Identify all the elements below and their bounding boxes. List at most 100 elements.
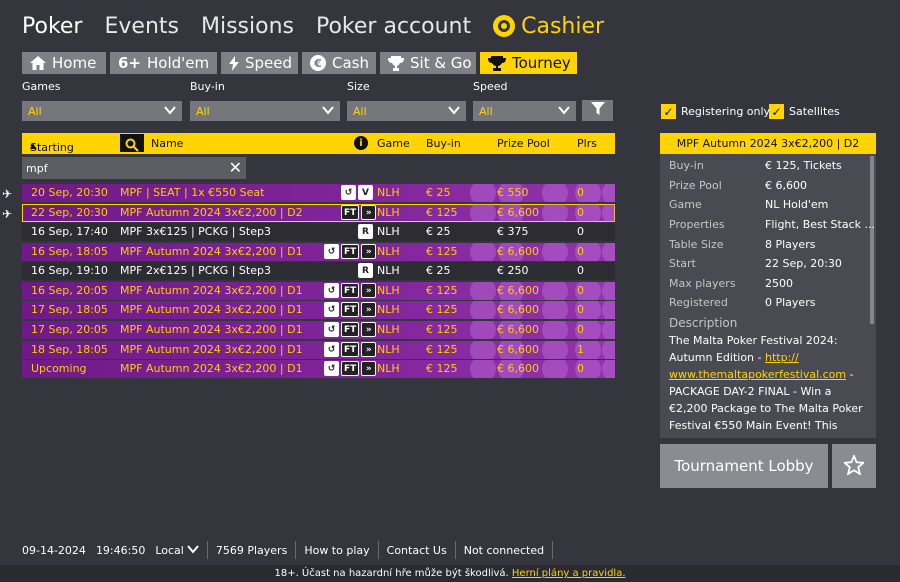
- row-badges: ↺ FT»: [322, 322, 377, 338]
- col-game[interactable]: Game: [377, 137, 410, 150]
- star-icon: [842, 453, 866, 478]
- detail-scrollbar[interactable]: [870, 156, 874, 324]
- badge-icon: »: [361, 244, 377, 259]
- badge-icon: ↺: [324, 361, 339, 376]
- info-icon[interactable]: i: [354, 136, 368, 150]
- nav-missions[interactable]: Missions: [201, 14, 294, 39]
- description-link-http[interactable]: http://: [765, 351, 799, 364]
- row-prize: € 6,600: [497, 303, 539, 316]
- row-buyin: € 125: [426, 284, 458, 297]
- legal-link[interactable]: Herní plány a pravidla.: [512, 568, 626, 579]
- col-plrs[interactable]: Plrs: [577, 137, 597, 150]
- row-prize: € 6,600: [497, 206, 539, 219]
- filter-funnel-button[interactable]: [582, 100, 613, 121]
- tab-cash[interactable]: € Cash: [302, 52, 376, 74]
- pin-icon[interactable]: ✈: [2, 187, 12, 201]
- row-plrs: 0: [577, 362, 584, 375]
- detail-value: Flight, Best Stack ...: [765, 218, 875, 231]
- row-plrs: 0: [577, 225, 584, 238]
- detail-value: 0 Players: [765, 296, 816, 309]
- clear-search-icon[interactable]: ✕: [229, 158, 242, 177]
- tab-speed[interactable]: Speed: [221, 52, 298, 74]
- table-row[interactable]: 22 Sep, 20:30 MPF Autumn 2024 3x€2,200 | …: [22, 204, 615, 222]
- table-row[interactable]: Upcoming MPF Autumn 2024 3x€2,200 | D1 NLH…: [22, 360, 615, 378]
- row-decoration: [602, 282, 615, 300]
- chevron-down-icon: [164, 104, 176, 119]
- col-prize-pool[interactable]: Prize Pool: [497, 137, 550, 150]
- search-toggle-button[interactable]: [120, 134, 144, 152]
- row-prize: € 6,600: [497, 245, 539, 258]
- footer-date: 09-14-2024: [22, 543, 86, 557]
- satellites-checkbox[interactable]: ✓ Satellites: [769, 104, 840, 119]
- badge-icon: »: [361, 322, 377, 337]
- col-buyin[interactable]: Buy-in: [426, 137, 461, 150]
- col-name[interactable]: Name: [151, 137, 183, 150]
- detail-key: Start: [669, 257, 696, 270]
- tab-home[interactable]: Home: [22, 52, 106, 74]
- tab-holdem-label: Hold'em: [147, 54, 210, 72]
- row-start: 16 Sep, 20:05: [31, 284, 108, 297]
- row-prize: € 6,600: [497, 284, 539, 297]
- nav-events[interactable]: Events: [104, 14, 179, 39]
- buyin-filter-label: Buy-in: [190, 80, 225, 93]
- table-row[interactable]: 20 Sep, 20:30 MPF | SEAT | 1x €550 Seat NL…: [22, 184, 615, 202]
- favorite-button[interactable]: [832, 444, 876, 488]
- badge-icon: ↺: [324, 283, 339, 298]
- registering-only-checkbox[interactable]: ✓ Registering only: [661, 104, 770, 119]
- table-row[interactable]: 16 Sep, 17:40 MPF 3x€125 | PCKG | Step3 NL…: [22, 223, 615, 241]
- trophy-icon: [388, 55, 404, 71]
- row-decoration: [542, 341, 568, 359]
- buyin-select-value: All: [196, 104, 210, 118]
- row-decoration: [542, 204, 568, 222]
- speed-select[interactable]: All: [473, 101, 576, 121]
- table-row[interactable]: 17 Sep, 20:05 MPF Autumn 2024 3x€2,200 | …: [22, 321, 615, 339]
- detail-key: Game: [669, 198, 702, 211]
- detail-key: Prize Pool: [669, 179, 722, 192]
- row-badges: ↺ FT»: [322, 342, 377, 358]
- checkmark-icon: ✓: [661, 104, 676, 119]
- detail-key: Buy-in: [669, 159, 704, 172]
- chevron-down-icon: [322, 104, 334, 119]
- table-row[interactable]: 16 Sep, 18:05 MPF Autumn 2024 3x€2,200 | …: [22, 243, 615, 261]
- tab-holdem[interactable]: 6+ Hold'em: [110, 52, 217, 74]
- badge-icon: FT: [341, 244, 360, 259]
- pin-icon[interactable]: ✈: [2, 207, 12, 221]
- timezone-label: Local: [155, 543, 184, 557]
- chevron-down-icon: [187, 544, 199, 557]
- row-name: MPF Autumn 2024 3x€2,200 | D1: [120, 303, 303, 316]
- row-start: 18 Sep, 18:05: [31, 343, 108, 356]
- row-game: NLH: [377, 323, 400, 336]
- table-row[interactable]: 18 Sep, 18:05 MPF Autumn 2024 3x€2,200 | …: [22, 341, 615, 359]
- nav-poker-account[interactable]: Poker account: [316, 14, 471, 39]
- search-input[interactable]: mpf ✕: [22, 157, 246, 179]
- row-prize: € 6,600: [497, 343, 539, 356]
- description-link-url[interactable]: www.themaltapokerfestival.com: [669, 368, 846, 381]
- table-row[interactable]: 16 Sep, 19:10 MPF 2x€125 | PCKG | Step3 NL…: [22, 262, 615, 280]
- how-to-play-link[interactable]: How to play: [304, 544, 369, 557]
- contact-us-link[interactable]: Contact Us: [387, 544, 447, 557]
- size-select[interactable]: All: [347, 101, 466, 121]
- divider: [454, 541, 456, 559]
- table-row[interactable]: 17 Sep, 18:05 MPF Autumn 2024 3x€2,200 | …: [22, 301, 615, 319]
- registering-only-label: Registering only: [681, 105, 771, 118]
- divider: [206, 541, 208, 559]
- nav-cashier[interactable]: Cashier: [493, 14, 604, 39]
- divider: [552, 541, 554, 559]
- euro-icon: €: [310, 55, 326, 71]
- games-select[interactable]: All: [22, 101, 182, 121]
- detail-key: Max players: [669, 277, 736, 290]
- size-select-value: All: [353, 104, 367, 118]
- badge-icon: ↺: [324, 244, 339, 259]
- timezone-select[interactable]: Local: [155, 544, 199, 557]
- tab-sit-go[interactable]: Sit & Go: [380, 52, 476, 74]
- row-decoration: [602, 204, 615, 222]
- tournament-lobby-button[interactable]: Tournament Lobby: [660, 444, 828, 488]
- tab-tourney[interactable]: Tourney: [480, 52, 577, 74]
- table-row[interactable]: 16 Sep, 20:05 MPF Autumn 2024 3x€2,200 | …: [22, 282, 615, 300]
- buyin-select[interactable]: All: [190, 101, 340, 121]
- row-name: MPF 3x€125 | PCKG | Step3: [120, 225, 271, 238]
- row-decoration: [470, 321, 496, 339]
- row-game: NLH: [377, 245, 400, 258]
- nav-poker[interactable]: Poker: [22, 14, 82, 39]
- row-plrs: 0: [577, 206, 584, 219]
